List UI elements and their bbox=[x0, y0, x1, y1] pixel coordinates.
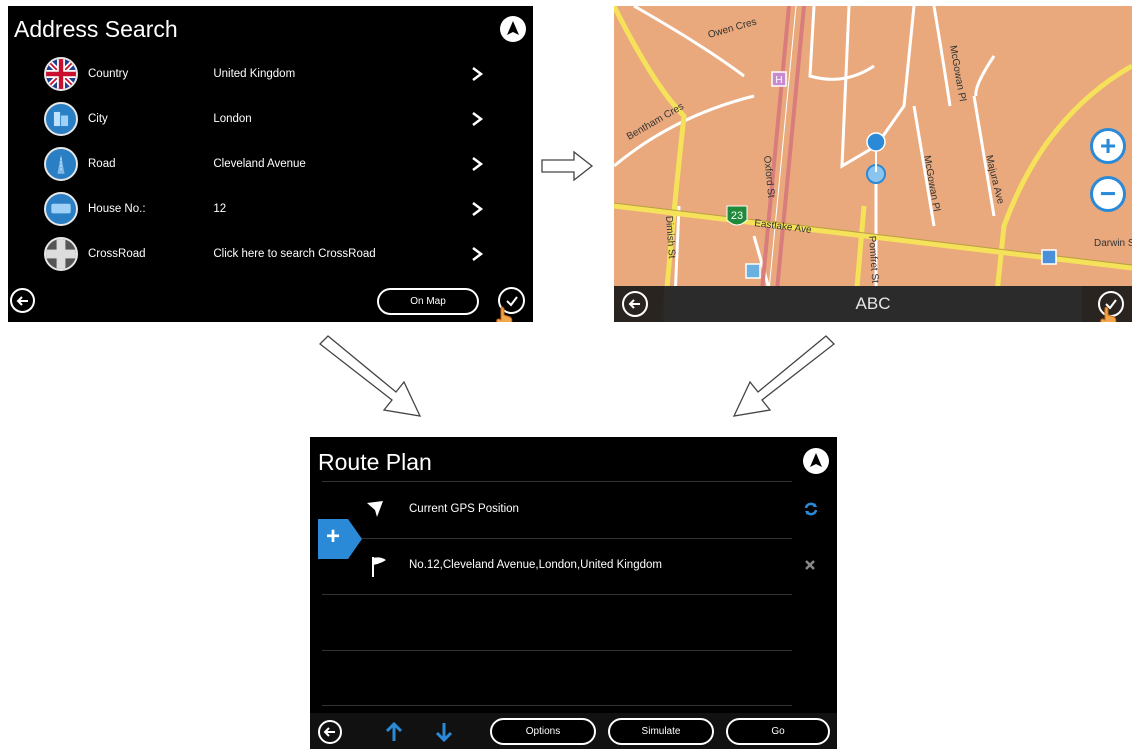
go-button[interactable]: Go bbox=[726, 718, 830, 745]
road-label: Road bbox=[88, 158, 116, 170]
chevron-right-icon bbox=[470, 201, 484, 217]
street-name-darwin: Darwin St bbox=[1094, 238, 1132, 249]
route-item-start-text: Current GPS Position bbox=[409, 503, 519, 515]
poi-marker-icon[interactable] bbox=[1041, 249, 1057, 265]
arrow-up-icon[interactable] bbox=[384, 721, 404, 743]
tap-hand-icon bbox=[1100, 306, 1117, 322]
flow-arrow-down-right-icon bbox=[319, 335, 422, 417]
refresh-icon[interactable] bbox=[804, 502, 818, 516]
current-street-label: ABC bbox=[664, 286, 1082, 322]
house-number-value: 12 bbox=[213, 203, 227, 215]
route-plan-title: Route Plan bbox=[318, 449, 432, 475]
flow-arrow-right-icon bbox=[541, 150, 594, 182]
road-shield-icon: 23 bbox=[726, 205, 748, 226]
house-number-label: House No.: bbox=[88, 203, 146, 215]
hospital-poi-label: H bbox=[775, 75, 782, 86]
route-bottom-bar: Options Simulate Go bbox=[310, 713, 837, 749]
chevron-right-icon bbox=[470, 156, 484, 172]
chevron-right-icon bbox=[470, 66, 484, 82]
crossroad-label: CrossRoad bbox=[88, 248, 146, 260]
cursor-arrow-icon bbox=[367, 501, 383, 517]
city-icon bbox=[44, 102, 78, 136]
zoom-in-button[interactable]: + bbox=[1090, 128, 1126, 164]
address-row-house-number[interactable]: House No.: 12 bbox=[44, 187, 484, 231]
uk-flag-icon bbox=[44, 57, 78, 91]
address-search-screen: Address Search Country United Kingdom Ci… bbox=[8, 6, 533, 322]
road-icon bbox=[44, 147, 78, 181]
back-arrow-icon[interactable] bbox=[10, 288, 35, 313]
on-map-button[interactable]: On Map bbox=[377, 288, 479, 315]
crossroad-icon bbox=[44, 237, 78, 271]
navigation-compass-icon[interactable] bbox=[803, 448, 829, 474]
crossroad-value: Click here to search CrossRoad bbox=[213, 248, 376, 260]
house-number-icon bbox=[44, 192, 78, 226]
close-icon[interactable] bbox=[804, 559, 816, 571]
simulate-button[interactable]: Simulate bbox=[608, 718, 714, 745]
road-shield-label: 23 bbox=[731, 210, 743, 222]
navigation-compass-icon[interactable] bbox=[500, 16, 526, 42]
city-value: London bbox=[213, 113, 252, 125]
map-view-screen[interactable]: Owen Cres Bentham Cres McGowan Pl McGowa… bbox=[614, 6, 1132, 322]
options-button[interactable]: Options bbox=[490, 718, 596, 745]
route-plan-screen: Route Plan Current GPS Position No.12,Cl… bbox=[310, 437, 837, 749]
address-row-road[interactable]: Road Cleveland Avenue bbox=[44, 142, 484, 186]
back-arrow-icon[interactable] bbox=[318, 720, 342, 744]
road-value: Cleveland Avenue bbox=[213, 158, 306, 170]
map-bottom-bar: ABC bbox=[614, 286, 1132, 322]
route-item-destination-text: No.12,Cleveland Avenue,London,United Kin… bbox=[409, 559, 662, 571]
map-canvas[interactable]: Owen Cres Bentham Cres McGowan Pl McGowa… bbox=[614, 6, 1132, 322]
country-value: United Kingdom bbox=[213, 68, 296, 80]
add-waypoint-label: + bbox=[326, 523, 341, 550]
zoom-out-button[interactable]: − bbox=[1090, 176, 1126, 212]
flow-arrow-down-left-icon bbox=[732, 335, 835, 417]
hospital-poi-icon[interactable]: H bbox=[771, 71, 787, 87]
tap-hand-icon bbox=[496, 306, 513, 322]
flag-icon bbox=[372, 557, 386, 577]
add-waypoint-button[interactable]: + bbox=[318, 519, 362, 559]
chevron-right-icon bbox=[470, 246, 484, 262]
arrow-down-icon[interactable] bbox=[434, 721, 454, 743]
address-row-city[interactable]: City London bbox=[44, 97, 484, 141]
address-row-crossroad[interactable]: CrossRoad Click here to search CrossRoad bbox=[44, 232, 484, 276]
address-search-title: Address Search bbox=[14, 16, 178, 42]
country-label: Country bbox=[88, 68, 129, 80]
poi-marker-icon[interactable] bbox=[745, 263, 761, 279]
chevron-right-icon bbox=[470, 111, 484, 127]
back-arrow-icon[interactable] bbox=[622, 291, 648, 317]
address-row-country[interactable]: Country United Kingdom bbox=[44, 52, 484, 96]
city-label: City bbox=[88, 113, 108, 125]
